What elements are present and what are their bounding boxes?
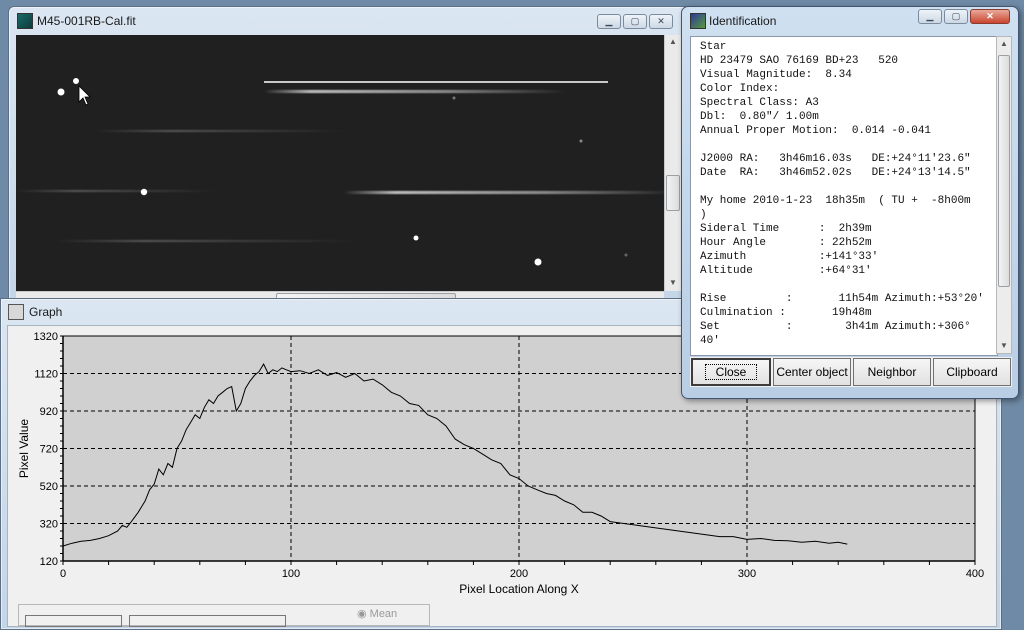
close-icon: ✕ bbox=[986, 11, 994, 21]
control-box[interactable] bbox=[129, 615, 286, 627]
star bbox=[413, 235, 419, 241]
star bbox=[57, 88, 65, 96]
close-label: Close bbox=[704, 364, 758, 380]
streak bbox=[266, 90, 566, 93]
minimize-button[interactable]: ▁ bbox=[597, 14, 621, 29]
y-tick-label: 720 bbox=[40, 444, 58, 456]
id-close-button[interactable]: ✕ bbox=[970, 9, 1010, 24]
star bbox=[624, 253, 628, 257]
maximize-icon: ▢ bbox=[951, 11, 961, 21]
center-object-button[interactable]: Center object bbox=[773, 358, 851, 386]
image-window-icon bbox=[17, 13, 33, 29]
identification-window: Identification ▁ ▢ ✕ Star HD 23479 SAO 7… bbox=[681, 6, 1019, 399]
x-tick-label: 0 bbox=[60, 568, 66, 580]
fits-image-canvas[interactable] bbox=[16, 35, 664, 291]
mouse-cursor-icon bbox=[78, 85, 91, 106]
image-vertical-scrollbar[interactable]: ▲ ▼ bbox=[664, 35, 681, 291]
close-dialog-button[interactable]: Close bbox=[691, 358, 771, 386]
star bbox=[452, 96, 456, 100]
streak bbox=[16, 190, 216, 192]
x-tick-label: 300 bbox=[738, 568, 756, 580]
x-tick-label: 100 bbox=[282, 568, 300, 580]
image-window-title: M45-001RB-Cal.fit bbox=[37, 14, 136, 28]
scroll-down-icon[interactable]: ▼ bbox=[669, 278, 677, 287]
image-window: M45-001RB-Cal.fit ▁ ▢ ✕ ▲ ▼ bbox=[8, 6, 690, 308]
streak bbox=[96, 130, 346, 132]
close-button[interactable]: ✕ bbox=[649, 14, 673, 29]
identification-buttons: Close Center object Neighbor Clipboard bbox=[690, 357, 1012, 387]
close-icon: ✕ bbox=[657, 16, 665, 26]
streak bbox=[56, 240, 356, 242]
minimize-icon: ▁ bbox=[605, 16, 613, 26]
star bbox=[579, 139, 583, 143]
y-tick-label: 920 bbox=[40, 406, 58, 418]
graph-window-icon bbox=[8, 304, 24, 320]
minimize-icon: ▁ bbox=[926, 11, 934, 21]
id-scroll-thumb[interactable] bbox=[998, 55, 1010, 287]
x-axis-label: Pixel Location Along X bbox=[459, 582, 578, 596]
y-axis-label: Pixel Value bbox=[17, 419, 31, 478]
vertical-scroll-thumb[interactable] bbox=[666, 175, 680, 211]
identification-title: Identification bbox=[709, 14, 777, 28]
graph-controls: ◉ Mean bbox=[18, 604, 430, 627]
scroll-down-icon[interactable]: ▼ bbox=[1000, 341, 1008, 350]
star bbox=[73, 78, 79, 84]
y-tick-label: 320 bbox=[40, 519, 58, 531]
graph-window-title: Graph bbox=[29, 305, 63, 319]
x-tick-label: 400 bbox=[966, 568, 984, 580]
y-tick-label: 1320 bbox=[34, 331, 58, 343]
neighbor-button[interactable]: Neighbor bbox=[853, 358, 931, 386]
id-minimize-button[interactable]: ▁ bbox=[918, 9, 942, 24]
identification-lines: Star HD 23479 SAO 76169 BD+23 520 Visual… bbox=[700, 41, 984, 347]
star bbox=[140, 188, 148, 196]
star-field bbox=[16, 78, 664, 266]
maximize-button[interactable]: ▢ bbox=[623, 14, 647, 29]
scroll-up-icon[interactable]: ▲ bbox=[1000, 39, 1008, 48]
y-tick-label: 1120 bbox=[34, 369, 58, 381]
mean-radio[interactable]: ◉ Mean bbox=[357, 607, 397, 620]
id-maximize-button[interactable]: ▢ bbox=[944, 9, 968, 24]
control-box[interactable] bbox=[25, 615, 122, 627]
streak bbox=[346, 191, 664, 194]
scroll-up-icon[interactable]: ▲ bbox=[669, 37, 677, 46]
clipboard-button[interactable]: Clipboard bbox=[933, 358, 1011, 386]
identification-text[interactable]: Star HD 23479 SAO 76169 BD+23 520 Visual… bbox=[690, 36, 998, 356]
identification-icon bbox=[690, 13, 706, 29]
star bbox=[534, 258, 542, 266]
mean-label: Mean bbox=[369, 608, 398, 620]
x-tick-label: 200 bbox=[510, 568, 528, 580]
maximize-icon: ▢ bbox=[630, 16, 640, 26]
identification-scrollbar[interactable]: ▲ ▼ bbox=[996, 36, 1012, 354]
y-tick-label: 520 bbox=[40, 481, 58, 493]
y-tick-label: 120 bbox=[40, 556, 58, 568]
